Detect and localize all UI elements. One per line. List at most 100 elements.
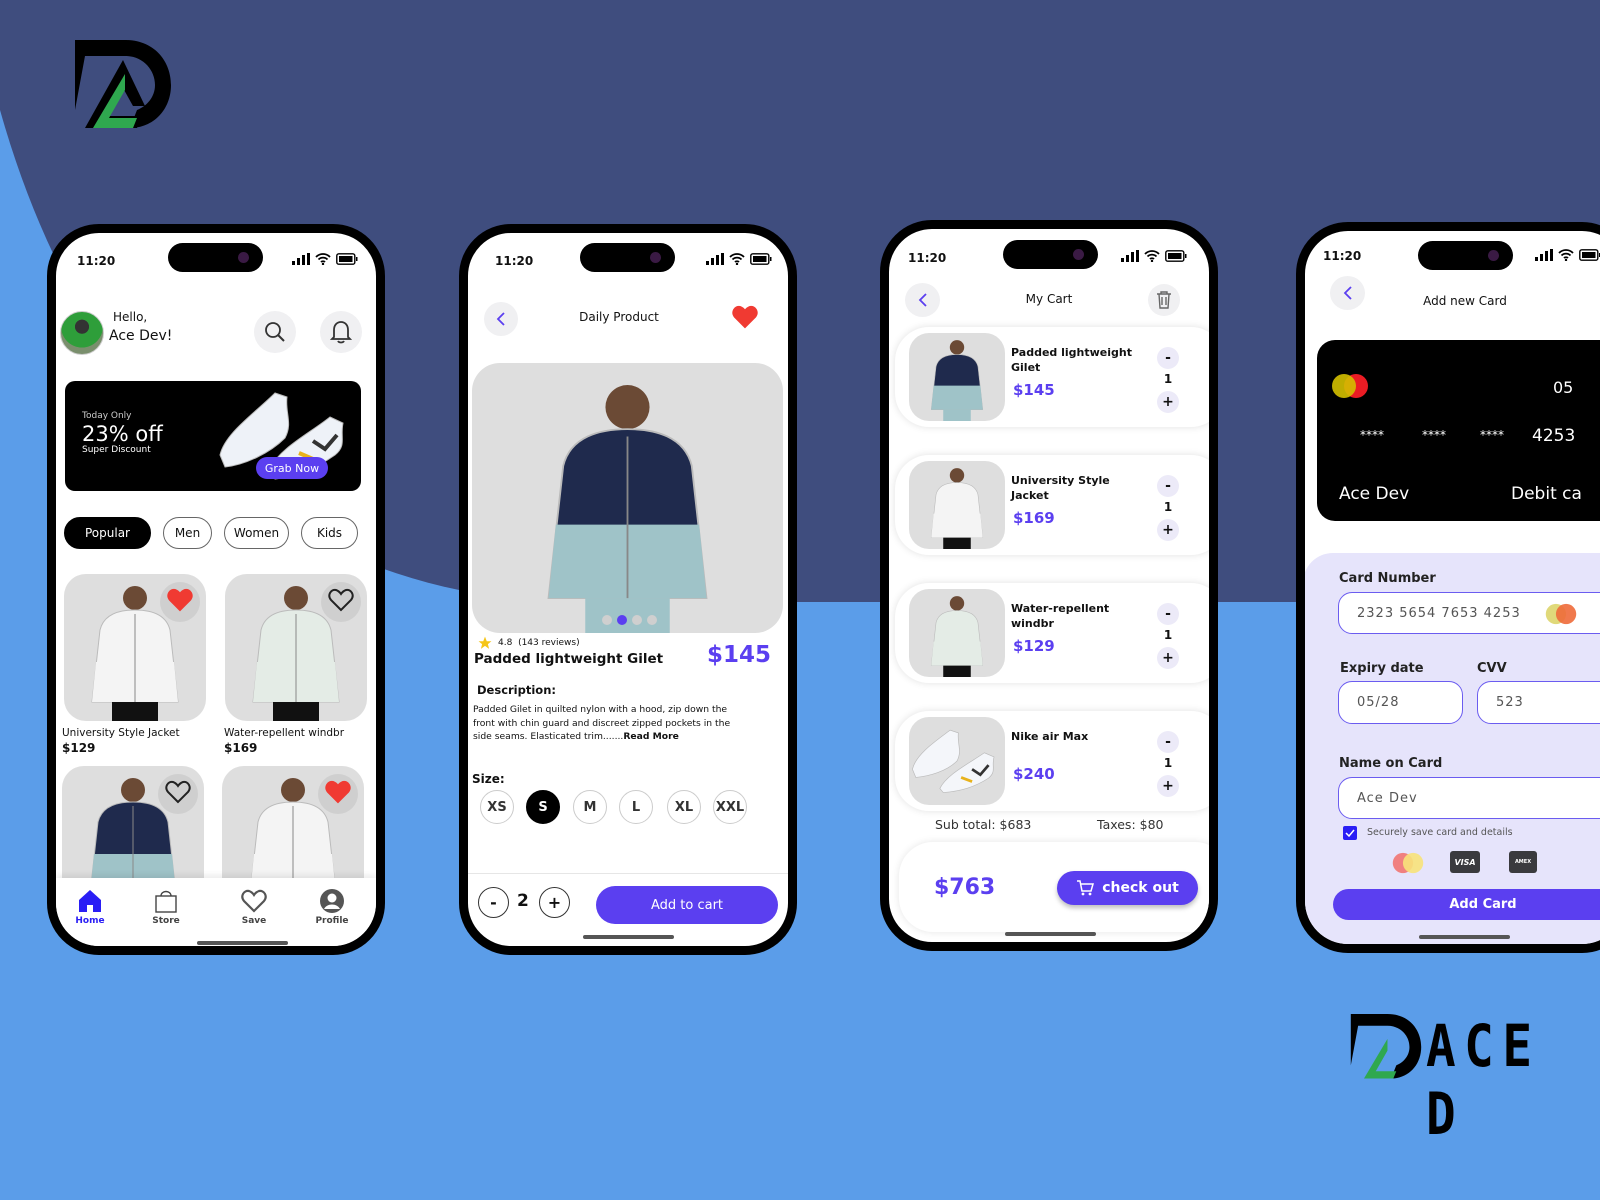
amex-option[interactable]: AMEX	[1509, 851, 1537, 873]
back-button[interactable]	[1330, 276, 1365, 310]
subtotal: Sub total: $683	[935, 817, 1032, 832]
card-masked-group: ****	[1480, 428, 1504, 442]
search-button[interactable]	[254, 311, 296, 353]
cart-item-price: $129	[1013, 637, 1055, 655]
increase-qty-button[interactable]: +	[1157, 519, 1179, 541]
nav-save[interactable]: Save	[224, 888, 284, 926]
decrease-qty-button[interactable]: -	[1157, 603, 1179, 625]
image-pager[interactable]	[602, 615, 657, 625]
visa-option[interactable]: VISA	[1450, 851, 1480, 873]
cvv-input[interactable]: 523	[1477, 681, 1600, 724]
nav-store[interactable]: Store	[136, 888, 196, 926]
signal-icon	[1535, 249, 1553, 261]
review-count: (143 reviews)	[518, 638, 580, 648]
size-option[interactable]: L	[619, 790, 653, 824]
increase-qty-button[interactable]: +	[1157, 391, 1179, 413]
card-masked-group: ****	[1422, 428, 1446, 442]
bag-icon	[155, 890, 177, 913]
search-icon	[265, 322, 285, 342]
status-time: 11:20	[908, 251, 947, 265]
read-more-link[interactable]: Read More	[623, 731, 679, 742]
dynamic-island	[168, 243, 263, 272]
size-option[interactable]: S	[526, 790, 560, 824]
wifi-icon	[1144, 250, 1160, 262]
cart-item[interactable]: Nike air Max $240 - 1 +	[895, 711, 1209, 811]
pager-dot[interactable]	[632, 615, 642, 625]
home-indicator	[1419, 935, 1510, 939]
taxes: Taxes: $80	[1097, 817, 1164, 832]
cvv-label: CVV	[1477, 661, 1507, 676]
category-men[interactable]: Men	[163, 517, 212, 549]
status-icons	[706, 253, 772, 265]
card-number-input[interactable]: 2323 5654 7653 4253	[1338, 592, 1600, 634]
decrease-qty-button[interactable]: -	[1157, 475, 1179, 497]
product-photo	[909, 589, 1005, 677]
quantity-plus-button[interactable]: +	[539, 887, 570, 918]
promo-banner[interactable]: Today Only 23% off Super Discount Grab N…	[65, 381, 361, 491]
quantity-minus-button[interactable]: -	[478, 887, 509, 918]
cart-item-price: $240	[1013, 765, 1055, 783]
category-kids[interactable]: Kids	[301, 517, 358, 549]
nav-profile[interactable]: Profile	[302, 888, 362, 926]
name-input[interactable]: Ace Dev	[1338, 777, 1600, 819]
product-price: $145	[707, 642, 772, 668]
favorite-button[interactable]	[318, 774, 358, 814]
product-photo	[472, 363, 783, 633]
phone-cart: 11:20 My Cart Padded lightweight Gilet $1…	[880, 220, 1218, 951]
status-icons	[1121, 250, 1187, 262]
pager-dot[interactable]	[617, 615, 627, 625]
nav-label: Profile	[315, 916, 349, 926]
notifications-button[interactable]	[320, 311, 362, 353]
signal-icon	[706, 253, 724, 265]
pager-dot[interactable]	[602, 615, 612, 625]
user-name: Ace Dev!	[109, 328, 173, 344]
heart-icon	[167, 588, 193, 616]
favorite-button[interactable]	[160, 582, 200, 622]
favorite-button[interactable]	[158, 774, 198, 814]
cart-item[interactable]: University Style Jacket $169 - 1 +	[895, 455, 1209, 555]
save-card-checkbox[interactable]	[1343, 826, 1357, 840]
phone-product: 11:20 Daily Product 4.8 (143 reviews) Pa…	[459, 224, 797, 955]
battery-icon	[1579, 249, 1600, 261]
add-to-cart-button[interactable]: Add to cart	[596, 886, 778, 924]
cart-item-image	[909, 589, 1005, 677]
banner-eyebrow: Today Only	[82, 411, 132, 421]
nav-home[interactable]: Home	[60, 888, 120, 926]
add-card-button[interactable]: Add Card	[1333, 889, 1600, 920]
grab-now-button[interactable]: Grab Now	[256, 457, 328, 479]
mastercard-icon	[1332, 374, 1368, 398]
size-option[interactable]: XXL	[713, 790, 747, 824]
category-women[interactable]: Women	[224, 517, 289, 549]
size-option[interactable]: M	[573, 790, 607, 824]
product-name: Padded lightweight Gilet	[474, 651, 664, 667]
cart-item-name: Nike air Max	[1011, 730, 1089, 743]
product-name: University Style Jacket	[62, 727, 180, 739]
size-option[interactable]: XL	[667, 790, 701, 824]
mastercard-option-icon[interactable]	[1391, 852, 1425, 874]
bell-icon	[330, 321, 352, 344]
increase-qty-button[interactable]: +	[1157, 775, 1179, 797]
favorite-button[interactable]	[732, 305, 758, 333]
delete-all-button[interactable]	[1148, 284, 1180, 316]
card-number-label: Card Number	[1339, 571, 1436, 586]
cart-item-name: University Style Jacket	[1011, 474, 1110, 502]
size-option[interactable]: XS	[480, 790, 514, 824]
card-number-value: 2323 5654 7653 4253	[1357, 605, 1521, 621]
product-photo	[912, 729, 995, 793]
checkout-button[interactable]: check out	[1057, 871, 1198, 905]
wifi-icon	[315, 253, 331, 265]
product-card[interactable]	[64, 574, 206, 721]
product-image[interactable]	[472, 363, 783, 633]
pager-dot[interactable]	[647, 615, 657, 625]
favorite-button[interactable]	[321, 582, 361, 622]
increase-qty-button[interactable]: +	[1157, 647, 1179, 669]
product-card[interactable]	[225, 574, 367, 721]
decrease-qty-button[interactable]: -	[1157, 731, 1179, 753]
nav-label: Save	[241, 916, 267, 926]
category-popular[interactable]: Popular	[64, 517, 151, 549]
cart-item[interactable]: Water-repellent windbr $129 - 1 +	[895, 583, 1209, 683]
decrease-qty-button[interactable]: -	[1157, 347, 1179, 369]
cart-item[interactable]: Padded lightweight Gilet $145 - 1 +	[895, 327, 1209, 427]
expiry-input[interactable]: 05/28	[1338, 681, 1463, 724]
avatar[interactable]	[60, 311, 104, 355]
